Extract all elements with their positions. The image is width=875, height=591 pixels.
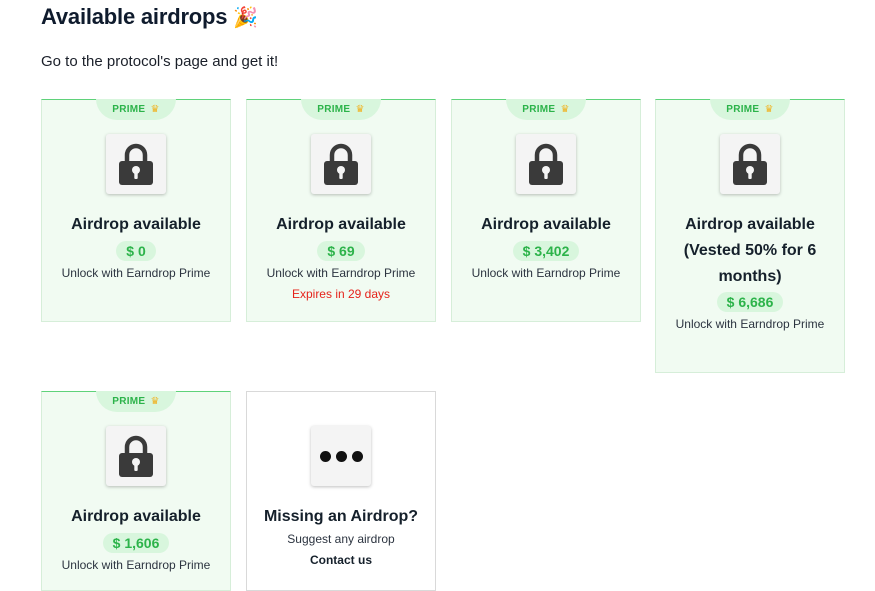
lock-icon (516, 134, 576, 194)
expires-text: Expires in 29 days (291, 287, 391, 301)
lock-icon (720, 134, 780, 194)
crown-icon: ♛ (150, 104, 160, 115)
prime-tag: PRIME ♛ (506, 99, 586, 120)
contact-us-link[interactable]: Contact us (247, 553, 435, 567)
crown-icon: ♛ (764, 104, 774, 115)
unlock-text: Unlock with Earndrop Prime (61, 558, 211, 572)
prime-tag-label: PRIME (522, 104, 556, 115)
card-title: Airdrop available (71, 508, 201, 525)
crown-icon: ♛ (560, 104, 570, 115)
prime-tag-label: PRIME (112, 396, 146, 407)
card-title: Airdrop available (481, 216, 611, 233)
suggest-text: Suggest any airdrop (287, 532, 395, 546)
page-title-text: Available airdrops (41, 4, 228, 29)
page-title: Available airdrops 🎉 (41, 4, 258, 30)
airdrop-card-2[interactable]: PRIME ♛ Airdrop available $ 69 Unlock wi… (246, 99, 436, 322)
prime-tag-label: PRIME (726, 104, 760, 115)
airdrop-card-4[interactable]: PRIME ♛ Airdrop available (Vested 50% fo… (655, 99, 845, 373)
amount-badge: $ 0 (116, 241, 156, 261)
unlock-text: Unlock with Earndrop Prime (675, 317, 825, 331)
lock-icon (106, 426, 166, 486)
airdrop-card-1[interactable]: PRIME ♛ Airdrop available $ 0 Unlock wit… (41, 99, 231, 322)
missing-title: Missing an Airdrop? (263, 508, 419, 525)
prime-tag: PRIME ♛ (301, 99, 381, 120)
unlock-text: Unlock with Earndrop Prime (266, 266, 416, 280)
more-dots-icon (311, 426, 371, 486)
amount-badge: $ 3,402 (512, 241, 580, 261)
unlock-text: Unlock with Earndrop Prime (471, 266, 621, 280)
prime-tag: PRIME ♛ (96, 99, 176, 120)
airdrop-card-5[interactable]: PRIME ♛ Airdrop available $ 1,606 Unlock… (41, 391, 231, 591)
card-title: Airdrop available (71, 216, 201, 233)
page-subtitle: Go to the protocol's page and get it! (41, 53, 279, 70)
party-popper-icon: 🎉 (233, 7, 259, 29)
airdrop-card-3[interactable]: PRIME ♛ Airdrop available $ 3,402 Unlock… (451, 99, 641, 322)
prime-tag-label: PRIME (112, 104, 146, 115)
crown-icon: ♛ (150, 396, 160, 407)
prime-tag: PRIME ♛ (710, 99, 790, 120)
lock-icon (311, 134, 371, 194)
card-title: Airdrop available (276, 216, 406, 233)
amount-badge: $ 6,686 (716, 292, 784, 312)
missing-airdrop-card[interactable]: Missing an Airdrop? Suggest any airdrop … (246, 391, 436, 591)
unlock-text: Unlock with Earndrop Prime (61, 266, 211, 280)
card-title: Airdrop available (Vested 50% for 6 mont… (683, 216, 817, 285)
lock-icon (106, 134, 166, 194)
prime-tag: PRIME ♛ (96, 391, 176, 412)
prime-tag-label: PRIME (317, 104, 351, 115)
crown-icon: ♛ (355, 104, 365, 115)
amount-badge: $ 69 (317, 241, 365, 261)
amount-badge: $ 1,606 (102, 533, 170, 553)
